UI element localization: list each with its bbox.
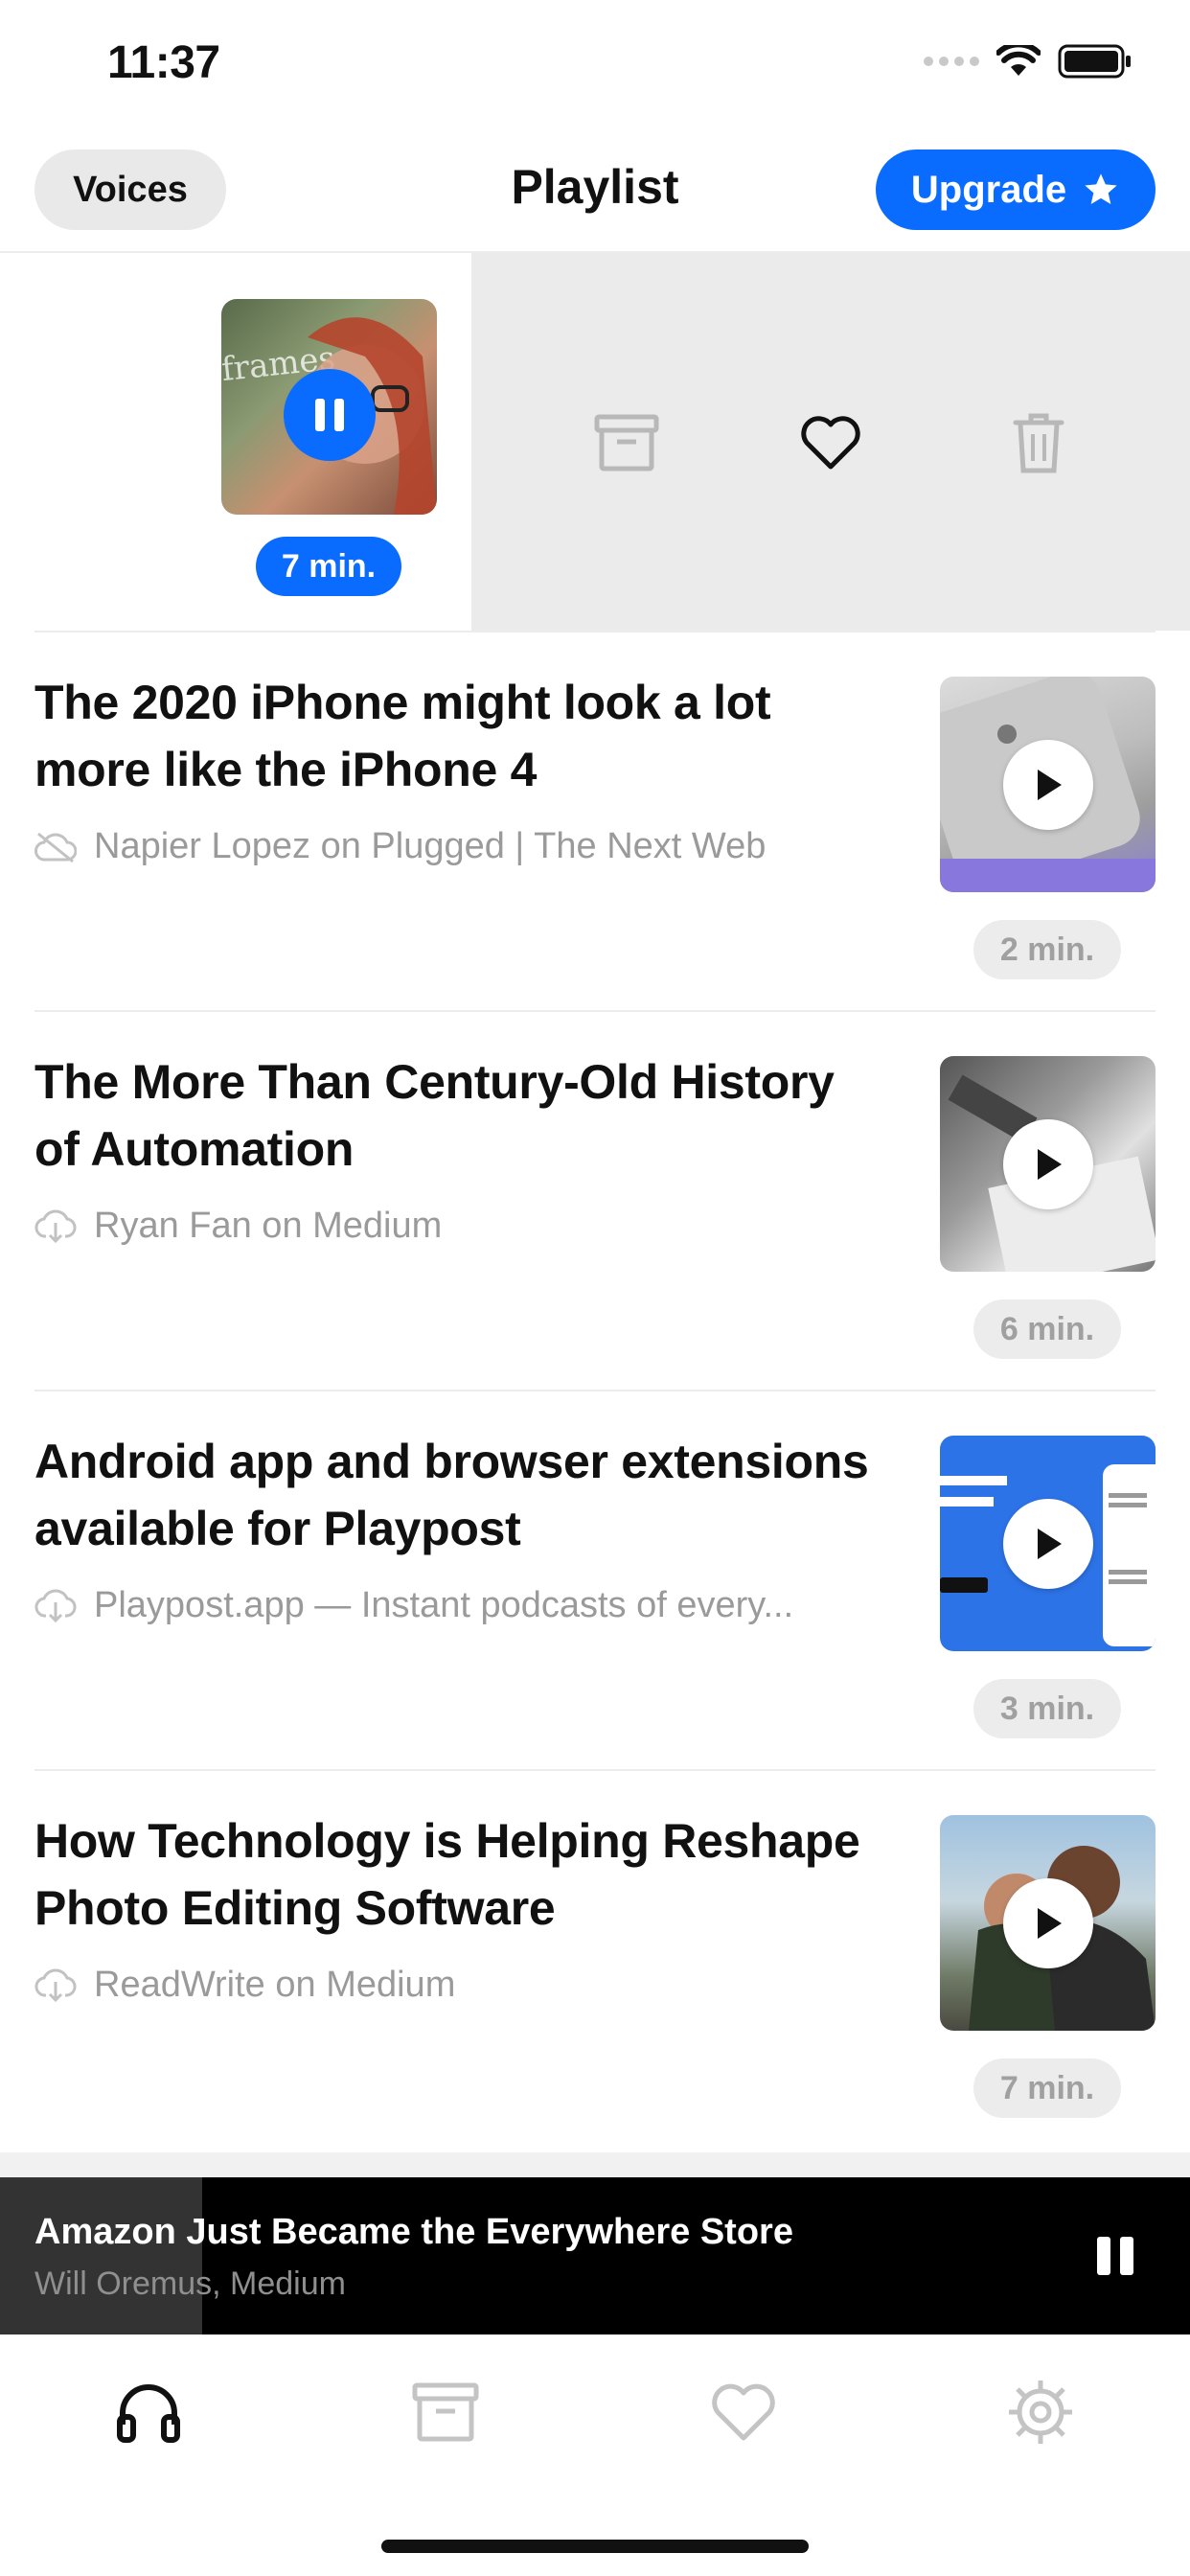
upgrade-label: Upgrade — [910, 168, 1067, 211]
article-thumbnail — [940, 677, 1156, 892]
heart-icon — [801, 416, 860, 470]
pause-button[interactable] — [284, 369, 376, 461]
settings-icon — [1009, 2380, 1072, 2444]
play-icon — [1038, 1529, 1062, 1559]
status-indicators — [924, 44, 1133, 79]
tab-playlist[interactable] — [105, 2369, 192, 2455]
play-icon — [1038, 1149, 1062, 1180]
cloud-offline-icon — [34, 832, 77, 862]
now-playing-author: Will Oremus, Medium — [34, 2266, 346, 2302]
archive-icon — [594, 414, 659, 472]
mini-player[interactable]: Amazon Just Became the Everywhere Store … — [0, 2177, 1190, 2334]
article-title: Android app and browser extensions avail… — [34, 1435, 869, 1555]
list-item[interactable]: How Technology is Helping Reshape Photo … — [34, 1769, 1156, 2149]
article-title: The 2020 iPhone might look a lot more li… — [34, 676, 771, 796]
tab-favorites[interactable] — [700, 2369, 787, 2455]
duration-badge: 6 min. — [973, 1300, 1121, 1359]
duration-badge: 2 min. — [973, 920, 1121, 979]
now-playing-row[interactable]: frames 7 min. — [0, 253, 1190, 631]
list-item[interactable]: Android app and browser extensions avail… — [34, 1390, 1156, 1769]
now-playing-title: Amazon Just Became the Everywhere Store — [34, 2212, 793, 2252]
wifi-icon — [996, 45, 1041, 76]
list-footer-divider — [0, 2152, 1190, 2177]
play-button[interactable] — [1003, 1119, 1093, 1209]
star-icon — [1085, 173, 1117, 204]
article-title: How Technology is Helping Reshape Photo … — [34, 1814, 860, 1935]
article-source: Ryan Fan on Medium — [94, 1206, 443, 1246]
list-item[interactable]: The More Than Century-Old History of Aut… — [34, 1010, 1156, 1390]
cloud-download-icon — [34, 1209, 77, 1243]
mini-player-pause-button[interactable] — [1088, 2229, 1142, 2283]
list-item[interactable]: The 2020 iPhone might look a lot more li… — [34, 631, 1156, 1010]
article-thumbnail — [940, 1056, 1156, 1272]
status-bar: 11:37 — [0, 0, 1190, 125]
duration-badge: 3 min. — [973, 1679, 1121, 1738]
playback-progress — [0, 2177, 203, 2334]
article-source: ReadWrite on Medium — [94, 1965, 456, 2005]
article-source-row: Ryan Fan on Medium — [34, 1206, 878, 1247]
play-button[interactable] — [1003, 740, 1093, 830]
battery-icon — [1058, 44, 1131, 79]
now-playing-card[interactable]: frames 7 min. — [0, 253, 471, 631]
favorite-action-button[interactable] — [792, 404, 869, 481]
play-button[interactable] — [1003, 1499, 1093, 1589]
article-thumbnail — [940, 1436, 1156, 1651]
tab-settings[interactable] — [997, 2369, 1084, 2455]
play-icon — [1038, 770, 1062, 800]
duration-badge: 7 min. — [973, 2058, 1121, 2118]
article-source-row: ReadWrite on Medium — [34, 1965, 878, 2006]
cloud-download-icon — [34, 1968, 77, 2002]
playlist: The 2020 iPhone might look a lot more li… — [0, 631, 1190, 2149]
article-source-row: Napier Lopez on Plugged | The Next Web — [34, 826, 878, 867]
swipe-actions — [471, 253, 1190, 631]
article-title: The More Than Century-Old History of Aut… — [34, 1055, 835, 1176]
home-indicator — [381, 2540, 809, 2553]
status-time: 11:37 — [107, 37, 220, 88]
cloud-download-icon — [34, 1589, 77, 1622]
tab-archive[interactable] — [402, 2369, 489, 2455]
headphones-icon — [117, 2384, 180, 2443]
trash-icon — [1013, 413, 1064, 473]
delete-action-button[interactable] — [1000, 404, 1077, 481]
article-thumbnail — [940, 1815, 1156, 2031]
heart-icon — [712, 2383, 775, 2441]
archive-action-button[interactable] — [588, 404, 665, 481]
archive-icon — [412, 2382, 479, 2442]
nav-header: Voices Playlist Upgrade — [0, 144, 1190, 249]
cellular-signal-icon — [924, 57, 979, 66]
upgrade-button[interactable]: Upgrade — [876, 150, 1156, 230]
article-source-row: Playpost.app — Instant podcasts of every… — [34, 1585, 878, 1626]
article-source: Napier Lopez on Plugged | The Next Web — [94, 826, 767, 866]
play-icon — [1038, 1908, 1062, 1939]
article-source: Playpost.app — Instant podcasts of every… — [94, 1585, 794, 1625]
duration-badge: 7 min. — [256, 537, 401, 596]
play-button[interactable] — [1003, 1878, 1093, 1968]
tab-bar — [0, 2334, 1190, 2576]
